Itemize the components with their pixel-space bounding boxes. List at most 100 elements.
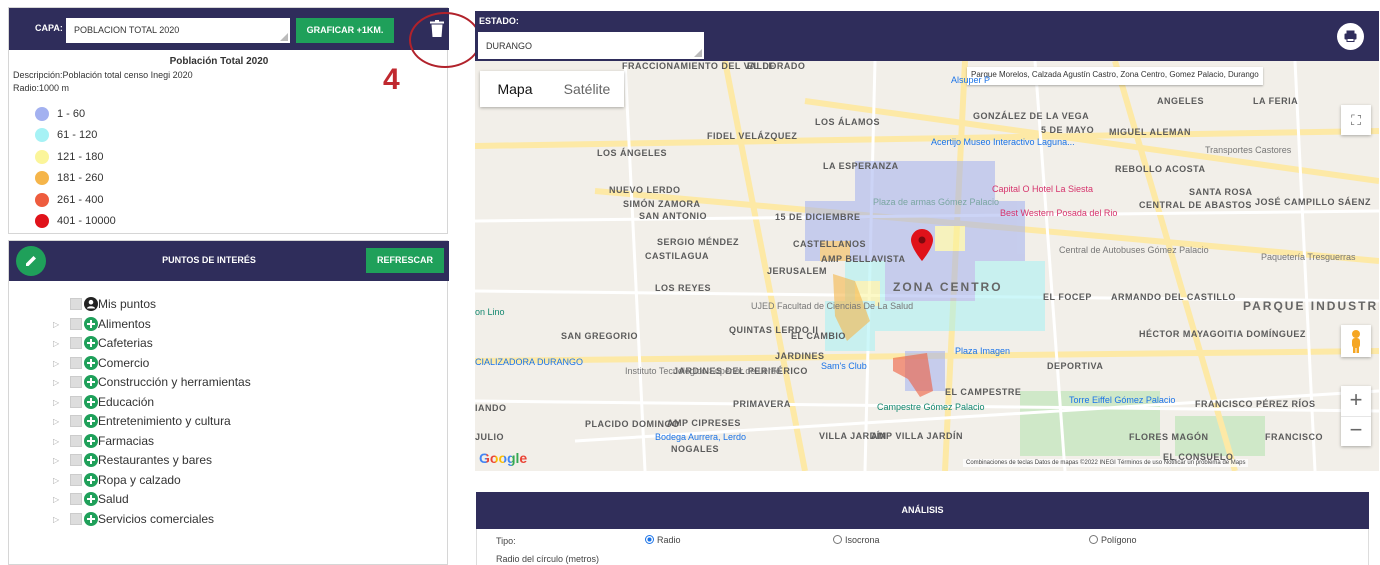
- poi-checkbox[interactable]: [70, 356, 82, 369]
- poi-checkbox[interactable]: [70, 298, 82, 310]
- map-poi-label[interactable]: Bodega Aurrera, Lerdo: [655, 432, 746, 442]
- radio-isocrona-option[interactable]: Isocrona: [833, 535, 880, 545]
- radio-radio-option[interactable]: Radio: [645, 535, 681, 545]
- map-poi-label[interactable]: Torre Eiffel Gómez Palacio: [1069, 395, 1175, 405]
- map-poi-label[interactable]: Central de Autobuses Gómez Palacio: [1059, 245, 1209, 255]
- expand-arrow-icon[interactable]: ▷: [53, 398, 59, 407]
- printer-icon: [1344, 30, 1357, 42]
- expand-arrow-icon[interactable]: ▷: [53, 515, 59, 524]
- print-button[interactable]: [1337, 23, 1364, 50]
- poi-checkbox[interactable]: [70, 454, 82, 466]
- map-poi-label[interactable]: Paquetería Tresguerras: [1261, 252, 1356, 262]
- user-icon: [84, 297, 98, 311]
- google-logo-text: Google: [479, 450, 528, 466]
- layer-select[interactable]: POBLACION TOTAL 2020: [66, 18, 290, 43]
- map-area-label: NOGALES: [671, 444, 720, 454]
- expand-arrow-icon[interactable]: ▷: [53, 476, 59, 485]
- map-area-label: GONZÁLEZ DE LA VEGA: [973, 111, 1090, 121]
- legend-swatch: [35, 171, 49, 185]
- map-area-label: JOSÉ CAMPILLO SÁENZ: [1255, 197, 1372, 207]
- map-area-label: AMP BELLAVISTA: [821, 254, 906, 264]
- map-tooltip: Parque Morelos, Calzada Agustín Castro, …: [967, 67, 1263, 85]
- expand-arrow-icon[interactable]: ▷: [53, 456, 59, 465]
- expand-arrow-icon[interactable]: ▷: [53, 320, 59, 329]
- state-select[interactable]: DURANGO: [478, 32, 704, 59]
- map-area-label: EL CAMBIO: [791, 331, 846, 341]
- map-poi-label[interactable]: Sam's Club: [821, 361, 867, 371]
- map-poi-label[interactable]: Instituto Tecnológico Superior de Lerdo: [625, 366, 781, 376]
- map-area-label: DEPORTIVA: [1047, 361, 1104, 371]
- google-logo: Google: [479, 450, 527, 466]
- plus-circle-icon: [84, 336, 98, 350]
- tab-satellite[interactable]: Satélite: [550, 71, 624, 107]
- map-area-label: SIMÓN ZAMORA: [623, 199, 701, 209]
- poi-tree-label: Alimentos: [98, 316, 151, 331]
- plus-circle-icon: [84, 375, 98, 389]
- map-poi-label[interactable]: on Lino: [475, 307, 505, 317]
- poi-checkbox[interactable]: [70, 395, 82, 408]
- street-view-button[interactable]: [1341, 325, 1371, 357]
- graficar-button[interactable]: GRAFICAR +1KM.: [296, 18, 394, 43]
- plus-circle-icon: [84, 355, 98, 370]
- map-poi-label[interactable]: Best Western Posada del Rio: [1000, 208, 1117, 218]
- fullscreen-button[interactable]: ⛶: [1341, 105, 1371, 135]
- poi-checkbox[interactable]: [70, 317, 82, 330]
- legend-swatch: [35, 128, 49, 142]
- poi-checkbox[interactable]: [70, 415, 82, 427]
- pegman-icon: [1352, 330, 1360, 353]
- map-type-control: Mapa Satélite: [480, 71, 624, 107]
- poi-title: PUNTOS DE INTERÉS: [162, 255, 256, 265]
- poi-checkbox[interactable]: [70, 434, 82, 447]
- zoom-in-button[interactable]: +: [1341, 386, 1371, 416]
- layer-panel: CAPA: POBLACION TOTAL 2020 GRAFICAR +1KM…: [8, 7, 481, 234]
- map-area-label: LA ESPERANZA: [823, 161, 899, 171]
- map-poi-label[interactable]: Campestre Gómez Palacio: [877, 402, 985, 412]
- refresh-button[interactable]: REFRESCAR: [366, 248, 444, 273]
- map-area-label: CASTILAGUA: [645, 251, 709, 261]
- analysis-body: Tipo: Radio Isocrona Polígono Radio del …: [476, 529, 1369, 565]
- map-area-label: EL DORADO: [747, 61, 806, 71]
- map-area-label: FRANCISCO: [1265, 432, 1323, 442]
- map-area-label: PLACIDO DOMINGO: [585, 419, 680, 429]
- expand-arrow-icon[interactable]: ▷: [53, 417, 59, 426]
- legend-swatch: [35, 214, 49, 228]
- map-poi-label[interactable]: Acertijo Museo Interactivo Laguna...: [931, 137, 1075, 147]
- map-poi-label[interactable]: Plaza Imagen: [955, 346, 1010, 356]
- poi-tree-label: Salud: [98, 492, 129, 506]
- map-area-label: EL CAMPESTRE: [945, 387, 1022, 397]
- map-poi-label[interactable]: CIALIZADORA DURANGO: [475, 357, 583, 367]
- tab-map[interactable]: Mapa: [480, 71, 550, 107]
- expand-arrow-icon[interactable]: ▷: [53, 437, 59, 446]
- zoom-out-button[interactable]: −: [1341, 416, 1371, 446]
- state-toolbar: ESTADO: DURANGO: [475, 11, 1379, 61]
- poi-checkbox[interactable]: [70, 337, 82, 349]
- map-area-label: AMP VILLA JARDÍN: [871, 431, 964, 441]
- expand-arrow-icon[interactable]: ▷: [53, 378, 59, 387]
- map-area-label: REBOLLO ACOSTA: [1115, 164, 1206, 174]
- map-area-label: NUEVO LERDO: [609, 185, 681, 195]
- poi-checkbox[interactable]: [70, 376, 82, 388]
- legend-description: Descripción:Población total censo Inegi …: [13, 70, 193, 80]
- expand-arrow-icon[interactable]: ▷: [53, 339, 59, 348]
- map-area-label: JERUSALEM: [767, 266, 828, 276]
- poi-checkbox[interactable]: [70, 512, 82, 525]
- legend-swatch: [35, 193, 49, 207]
- map-poi-label[interactable]: Transportes Castores: [1205, 145, 1291, 155]
- poi-tree-label: Comercio: [98, 355, 150, 370]
- map-poi-label[interactable]: Plaza de armas Gómez Palacio: [873, 197, 999, 207]
- map-poi-label[interactable]: Capital O Hotel La Siesta: [992, 184, 1093, 194]
- map[interactable]: Mapa Satélite Parque Morelos, Calzada Ag…: [475, 61, 1379, 471]
- map-poi-label[interactable]: UJED Facultad de Ciencias De La Salud: [751, 301, 913, 311]
- map-area-label: SAN GREGORIO: [561, 331, 639, 341]
- expand-arrow-icon[interactable]: ▷: [53, 495, 59, 504]
- map-area-label: LOS ÁNGELES: [597, 148, 668, 158]
- plus-circle-icon: [84, 316, 98, 331]
- radio-indicator: [833, 535, 842, 544]
- expand-arrow-icon[interactable]: ▷: [53, 359, 59, 368]
- poi-checkbox[interactable]: [70, 493, 82, 505]
- map-area-label: SERGIO MÉNDEZ: [657, 237, 740, 247]
- poi-checkbox[interactable]: [70, 473, 82, 486]
- radio-poligono-option[interactable]: Polígono: [1089, 535, 1137, 545]
- legend-title: Población Total 2020: [169, 56, 269, 67]
- map-poi-label[interactable]: Alsuper P: [951, 75, 990, 85]
